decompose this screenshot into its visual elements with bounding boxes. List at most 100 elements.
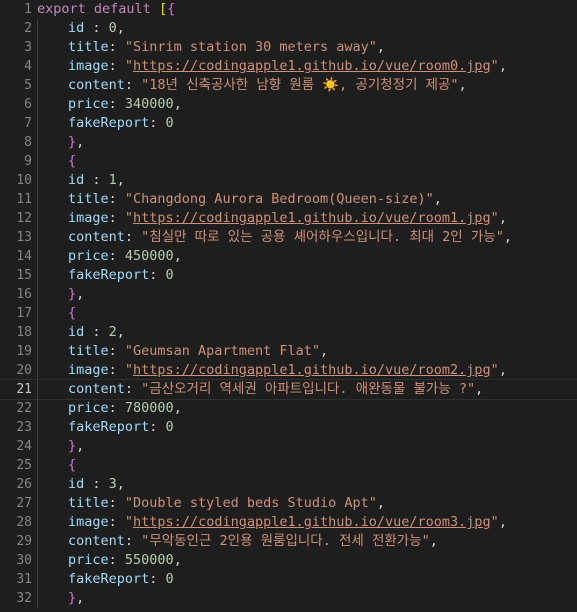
- url-link[interactable]: https://codingapple1.github.io/vue/room2…: [133, 362, 491, 378]
- property-token: fakeReport: [68, 115, 150, 131]
- code-content[interactable]: id : 1,: [32, 171, 577, 190]
- code-line[interactable]: 8},: [0, 133, 577, 152]
- brace-token: }: [68, 286, 77, 302]
- code-line[interactable]: 5 content: "18년 신축공사한 남향 원룸 ☀️, 공기청정기 제공"…: [0, 76, 577, 95]
- code-content[interactable]: price: 550000,: [32, 551, 577, 570]
- indent-guide: [37, 399, 38, 418]
- code-content[interactable]: },: [32, 285, 577, 304]
- code-content[interactable]: price: 450000,: [32, 247, 577, 266]
- code-content[interactable]: },: [32, 437, 577, 456]
- code-content[interactable]: id : 2,: [32, 323, 577, 342]
- code-line[interactable]: 4 image: "https://codingapple1.github.io/…: [0, 57, 577, 76]
- code-line[interactable]: 19 title: "Geumsan Apartment Flat",: [0, 342, 577, 361]
- string-token: "18년 신축공사한 남향 원룸 ☀️, 공기청정기 제공": [141, 77, 459, 93]
- line-number: 30: [16, 553, 32, 568]
- code-line[interactable]: 28 image: "https://codingapple1.github.io…: [0, 513, 577, 532]
- url-link[interactable]: https://codingapple1.github.io/vue/room0…: [133, 58, 491, 74]
- code-content[interactable]: fakeReport: 0: [32, 570, 577, 589]
- punctuation-token: ,: [376, 495, 386, 511]
- code-content[interactable]: export default [{: [32, 0, 577, 19]
- indent-guide: [37, 76, 38, 95]
- code-content[interactable]: price: 340000,: [32, 95, 577, 114]
- code-line[interactable]: 23 fakeReport: 0: [0, 418, 577, 437]
- code-line[interactable]: 25 {: [0, 456, 577, 475]
- string-token: ": [124, 58, 134, 74]
- code-content[interactable]: image: "https://codingapple1.github.io/v…: [32, 209, 577, 228]
- code-line[interactable]: 9{: [0, 152, 577, 171]
- code-line[interactable]: 10 id : 1,: [0, 171, 577, 190]
- code-content[interactable]: price: 780000,: [32, 399, 577, 418]
- code-line[interactable]: 22 price: 780000,: [0, 399, 577, 418]
- punctuation-token: :: [108, 362, 125, 378]
- code-content[interactable]: {: [32, 456, 577, 475]
- code-content[interactable]: fakeReport: 0: [32, 114, 577, 133]
- property-token: fakeReport: [68, 571, 150, 587]
- code-line[interactable]: 32},: [0, 589, 577, 608]
- punctuation-token: :: [124, 229, 142, 245]
- line-number: 10: [16, 173, 32, 188]
- line-number: 17: [16, 306, 32, 321]
- code-line[interactable]: 20 image: "https://codingapple1.github.io…: [0, 361, 577, 380]
- code-line[interactable]: 6 price: 340000,: [0, 95, 577, 114]
- code-content[interactable]: image: "https://codingapple1.github.io/v…: [32, 361, 577, 380]
- code-content[interactable]: title: "Sinrim station 30 meters away",: [32, 38, 577, 57]
- line-number: 26: [16, 477, 32, 492]
- code-content[interactable]: content: "금산오거리 역세권 아파트입니다. 애완동물 불가능 ?",: [32, 380, 577, 399]
- code-line[interactable]: 1 export default [{: [0, 0, 577, 19]
- code-content[interactable]: },: [32, 589, 577, 608]
- code-line[interactable]: 26 id : 3,: [0, 475, 577, 494]
- line-number: 22: [16, 401, 32, 416]
- code-content[interactable]: title: "Double styled beds Studio Apt",: [32, 494, 577, 513]
- code-content[interactable]: {: [32, 152, 577, 171]
- code-content[interactable]: {: [32, 304, 577, 323]
- code-line[interactable]: 21 content: "금산오거리 역세권 아파트입니다. 애완동물 불가능 ?…: [0, 379, 577, 400]
- code-line[interactable]: 2 id : 0,: [0, 19, 577, 38]
- code-line[interactable]: 24},: [0, 437, 577, 456]
- url-link[interactable]: https://codingapple1.github.io/vue/room3…: [133, 514, 491, 530]
- code-content[interactable]: content: "무악동인근 2인용 원룸입니다. 전세 전환가능",: [32, 532, 577, 551]
- indent-guide: [37, 266, 38, 285]
- code-line[interactable]: 13 content: "침실만 따로 있는 공용 셰어하우스입니다. 최대 2인…: [0, 228, 577, 247]
- line-number: 14: [16, 249, 32, 264]
- code-content[interactable]: id : 3,: [32, 475, 577, 494]
- code-line[interactable]: 7 fakeReport: 0: [0, 114, 577, 133]
- code-line[interactable]: 17 {: [0, 304, 577, 323]
- punctuation-token: :: [84, 476, 109, 492]
- punctuation-token: ,: [173, 248, 182, 264]
- code-line[interactable]: 29 content: "무악동인근 2인용 원룸입니다. 전세 전환가능",: [0, 532, 577, 551]
- code-content[interactable]: content: "침실만 따로 있는 공용 셰어하우스입니다. 최대 2인 가…: [32, 228, 577, 247]
- code-line[interactable]: 12 image: "https://codingapple1.github.io…: [0, 209, 577, 228]
- number-token: 450000: [124, 248, 174, 264]
- code-content[interactable]: title: "Changdong Aurora Bedroom(Queen-s…: [32, 190, 577, 209]
- code-content[interactable]: content: "18년 신축공사한 남향 원룸 ☀️, 공기청정기 제공",: [32, 76, 577, 95]
- property-token: price: [68, 400, 109, 416]
- code-content[interactable]: id : 0,: [32, 19, 577, 38]
- line-number: 9: [24, 154, 32, 169]
- indent-guide: [37, 133, 38, 152]
- code-line[interactable]: 27 title: "Double styled beds Studio Apt"…: [0, 494, 577, 513]
- code-content[interactable]: },: [32, 133, 577, 152]
- punctuation-token: :: [124, 381, 142, 397]
- code-line[interactable]: 11 title: "Changdong Aurora Bedroom(Queen…: [0, 190, 577, 209]
- code-line[interactable]: 18 id : 2,: [0, 323, 577, 342]
- punctuation-token: ,: [498, 362, 507, 378]
- url-link[interactable]: https://codingapple1.github.io/vue/room1…: [133, 210, 491, 226]
- code-content[interactable]: image: "https://codingapple1.github.io/v…: [32, 57, 577, 76]
- code-content[interactable]: fakeReport: 0: [32, 418, 577, 437]
- code-line[interactable]: 31 fakeReport: 0: [0, 570, 577, 589]
- code-content[interactable]: image: "https://codingapple1.github.io/v…: [32, 513, 577, 532]
- code-line[interactable]: 15 fakeReport: 0: [0, 266, 577, 285]
- number-token: 2: [108, 324, 117, 340]
- brace-token: {: [167, 1, 176, 17]
- code-content[interactable]: title: "Geumsan Apartment Flat",: [32, 342, 577, 361]
- code-line[interactable]: 3 title: "Sinrim station 30 meters away",: [0, 38, 577, 57]
- code-editor[interactable]: 1 export default [{2 id : 0, 3 title: "Sinri…: [0, 0, 577, 612]
- line-number: 19: [16, 344, 32, 359]
- indent-guide: [37, 418, 38, 437]
- property-token: content: [68, 77, 125, 93]
- code-line[interactable]: 14 price: 450000,: [0, 247, 577, 266]
- code-content[interactable]: fakeReport: 0: [32, 266, 577, 285]
- punctuation-token: :: [108, 343, 125, 359]
- code-line[interactable]: 30 price: 550000,: [0, 551, 577, 570]
- code-line[interactable]: 16},: [0, 285, 577, 304]
